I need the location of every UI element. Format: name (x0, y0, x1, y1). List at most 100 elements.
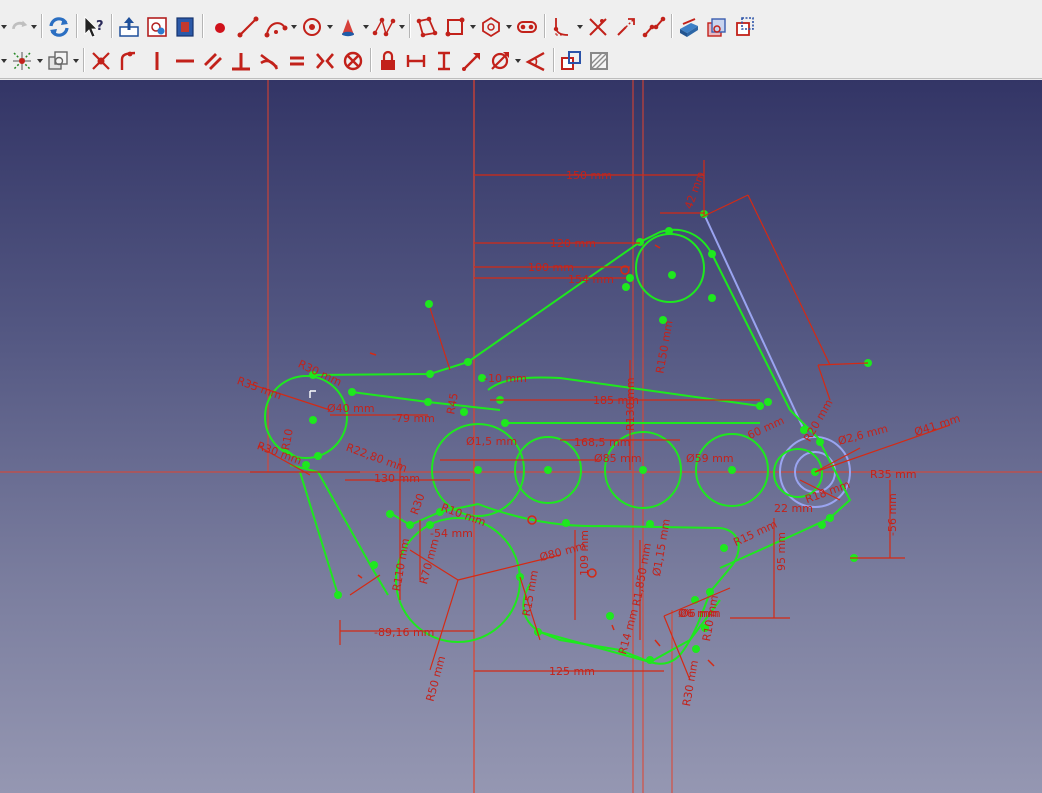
circle-dropdown-arrow[interactable] (326, 13, 334, 41)
dimension-label: Ø85 mm (594, 452, 642, 465)
merge-sketch-icon[interactable] (44, 47, 72, 75)
toolbar-separator (550, 48, 557, 74)
fillet-dropdown-arrow[interactable] (576, 13, 584, 41)
toolbar-separator (73, 14, 80, 40)
angle-icon[interactable] (522, 47, 550, 75)
dimension-label: Ø59 mm (686, 452, 734, 465)
radius-diameter-icon[interactable] (486, 47, 514, 75)
undo-dropdown-arrow[interactable] (0, 13, 8, 41)
circle-icon[interactable] (298, 13, 326, 41)
rectangle-icon[interactable] (441, 13, 469, 41)
construction-arm-line (703, 213, 805, 431)
sketcher-constraints-toolbar (0, 44, 1042, 79)
dimension-label: -89,16 mm (374, 626, 434, 639)
split-icon[interactable] (640, 13, 668, 41)
constraint-glyphs (357, 244, 715, 667)
bspline-icon[interactable] (370, 13, 398, 41)
dimension-label: R14 mm (616, 608, 641, 656)
polygon-icon[interactable] (477, 13, 505, 41)
dimension-lines (249, 160, 951, 681)
validate-sketch-icon[interactable] (8, 47, 36, 75)
redo-dropdown-arrow[interactable] (30, 13, 38, 41)
conic-dropdown-arrow[interactable] (362, 13, 370, 41)
refresh-icon[interactable] (45, 13, 73, 41)
dimension-label: 130 mm (374, 472, 420, 485)
carbon-copy-icon[interactable] (703, 13, 731, 41)
conic-icon[interactable] (334, 13, 362, 41)
bspline-dropdown-arrow[interactable] (398, 13, 406, 41)
horizontal-distance-icon[interactable] (402, 47, 430, 75)
sketcher-geometry-toolbar: ? (0, 10, 1042, 44)
merge-dropdown-arrow[interactable] (72, 47, 80, 75)
perpendicular-icon[interactable] (227, 47, 255, 75)
construction-mode-icon[interactable] (731, 13, 759, 41)
dimension-label: 125 mm (549, 665, 595, 678)
dimension-label: Ø41 mm (913, 412, 962, 439)
front-pulley-top (635, 233, 705, 303)
trim-icon[interactable] (584, 13, 612, 41)
sketch-canvas[interactable]: 150 mm 120 mm 100 mm 154 mm 42 mm R30 mm… (0, 80, 1042, 793)
toggle-driving-icon[interactable] (557, 47, 585, 75)
dimension-label: 120 mm (550, 237, 596, 250)
dimension-label: 154 mm (568, 273, 614, 286)
distance-icon[interactable] (458, 47, 486, 75)
coincident-icon[interactable] (87, 47, 115, 75)
toolbar-area-top (0, 0, 1042, 10)
external-geometry-icon[interactable] (675, 13, 703, 41)
slot-icon[interactable] (513, 13, 541, 41)
dimension-label: Ø1,5 mm (466, 435, 517, 448)
tangent-icon[interactable] (255, 47, 283, 75)
3d-viewport[interactable]: 150 mm 120 mm 100 mm 154 mm 42 mm R30 mm… (0, 80, 1042, 793)
dimension-label: R130 mm (624, 377, 637, 431)
lock-icon[interactable] (374, 47, 402, 75)
mouse-cursor (309, 390, 316, 398)
dimension-label: R150 mm (653, 319, 675, 374)
tools-dropdown-arrow[interactable] (0, 47, 8, 75)
dimension-label: -54 mm (430, 527, 473, 540)
toolbar-separator (367, 48, 374, 74)
view-section-icon[interactable] (171, 13, 199, 41)
arc-icon[interactable] (262, 13, 290, 41)
radius-dropdown-arrow[interactable] (514, 47, 522, 75)
dimension-label: R45 (444, 392, 461, 416)
dimension-label: R50 mm (424, 655, 449, 703)
dimension-label: -10 mm (484, 372, 527, 385)
redo-icon[interactable] (8, 13, 30, 41)
view-sketch-icon[interactable] (143, 13, 171, 41)
polyline-icon[interactable] (413, 13, 441, 41)
dimension-label: R18 mm (804, 478, 852, 506)
dimension-label: R10 (279, 428, 296, 452)
toggle-active-icon[interactable] (585, 47, 613, 75)
rectangle-dropdown-arrow[interactable] (469, 13, 477, 41)
dimension-label: Ø6 mm (680, 607, 721, 620)
point-on-object-icon[interactable] (115, 47, 143, 75)
vertical-distance-icon[interactable] (430, 47, 458, 75)
parallel-icon[interactable] (199, 47, 227, 75)
extend-icon[interactable] (612, 13, 640, 41)
equal-icon[interactable] (283, 47, 311, 75)
vertical-icon[interactable] (143, 47, 171, 75)
symmetric-icon[interactable] (311, 47, 339, 75)
point-icon[interactable] (206, 13, 234, 41)
leave-sketch-icon[interactable] (115, 13, 143, 41)
dimension-label: R35 mm (235, 374, 283, 402)
block-icon[interactable] (339, 47, 367, 75)
dimension-labels: 150 mm 120 mm 100 mm 154 mm 42 mm R30 mm… (235, 169, 962, 707)
dimension-label: R35 mm (870, 468, 917, 481)
horizontal-icon[interactable] (171, 47, 199, 75)
line-icon[interactable] (234, 13, 262, 41)
whats-this-icon[interactable]: ? (80, 13, 108, 41)
polygon-dropdown-arrow[interactable] (505, 13, 513, 41)
validate-dropdown-arrow[interactable] (36, 47, 44, 75)
toolbar-separator (199, 14, 206, 40)
fillet-icon[interactable] (548, 13, 576, 41)
dimension-label: R22,80 mm (344, 441, 409, 475)
arc-dropdown-arrow[interactable] (290, 13, 298, 41)
toolbar-separator (80, 48, 87, 74)
toolbar-separator (668, 14, 675, 40)
toolbar-separator (406, 14, 413, 40)
dimension-label: Ø40 mm (327, 402, 375, 415)
dimension-label: R30 mm (296, 357, 344, 388)
dimension-label: -79 mm (392, 412, 435, 425)
toolbar-separator (541, 14, 548, 40)
